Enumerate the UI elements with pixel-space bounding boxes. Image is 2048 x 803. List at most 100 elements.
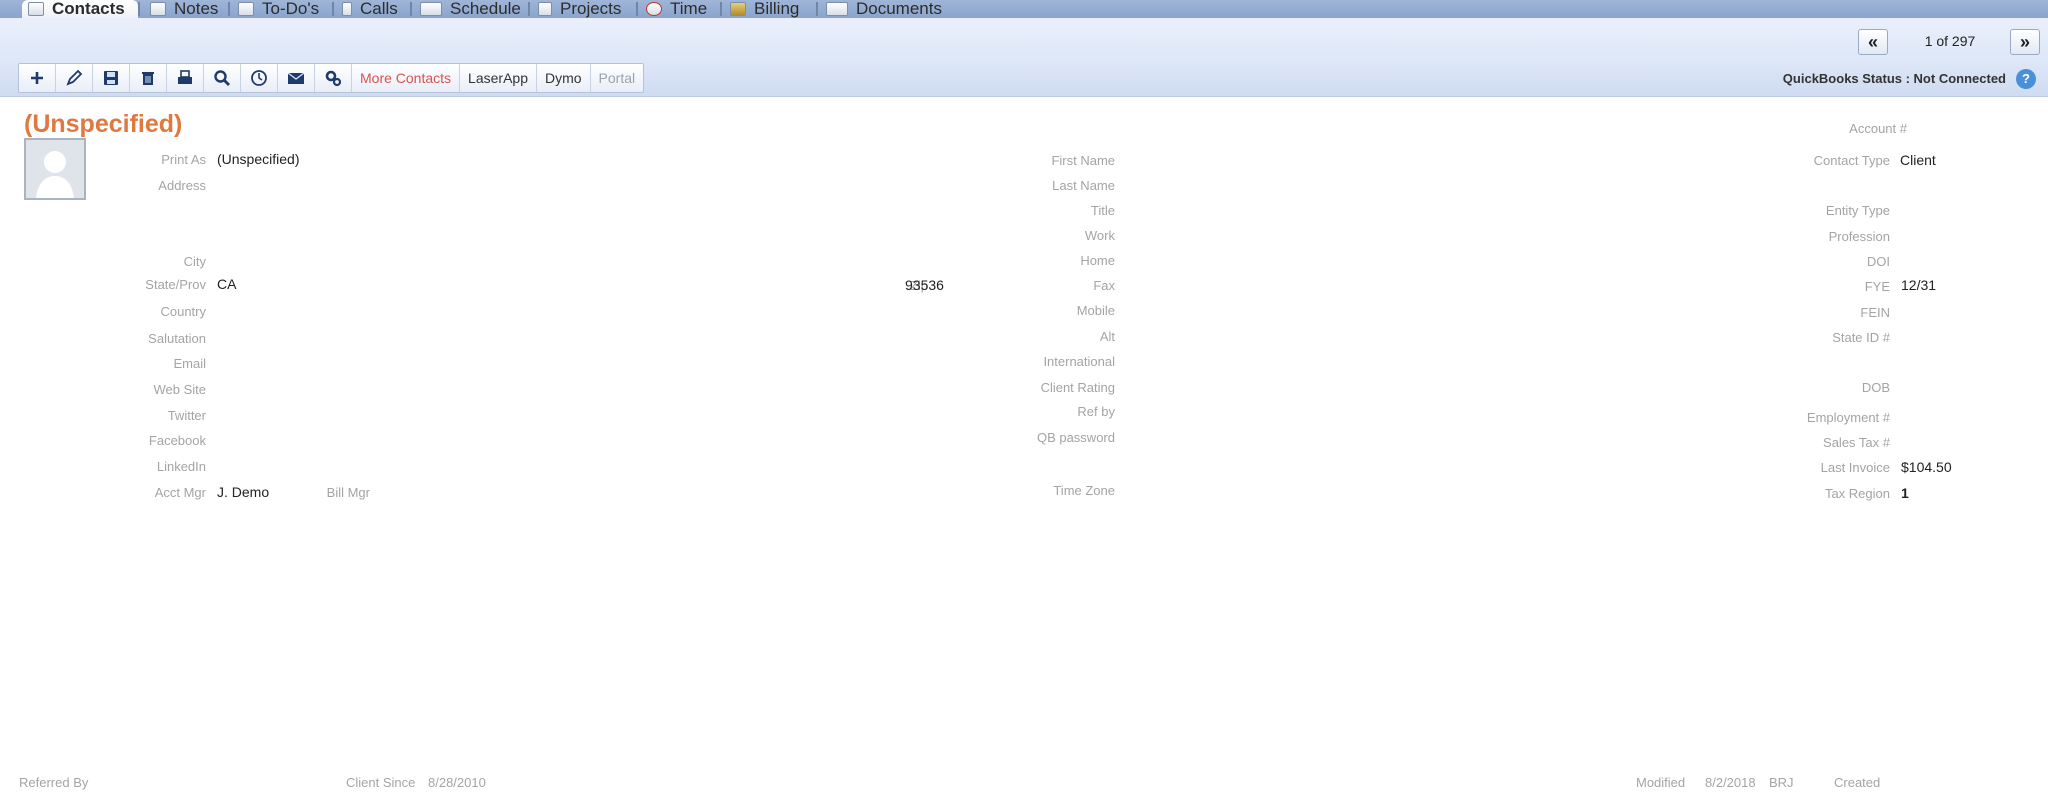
edit-button[interactable] xyxy=(56,64,93,92)
tab-notes[interactable]: Notes xyxy=(144,0,218,18)
tab-label: Projects xyxy=(560,0,622,18)
tab-separator xyxy=(816,2,818,16)
tab-bar: Contacts Notes To-Do's Calls Schedule Pr… xyxy=(0,0,2048,18)
portal-button[interactable]: Portal xyxy=(591,64,644,92)
print-as-value[interactable]: (Unspecified) xyxy=(217,151,299,167)
projects-icon xyxy=(538,2,552,16)
tab-documents[interactable]: Documents xyxy=(820,0,950,18)
avatar[interactable] xyxy=(24,138,86,200)
quickbooks-status: QuickBooks Status : Not Connected xyxy=(1782,71,2006,86)
client-since-value: 8/28/2010 xyxy=(428,775,486,790)
person-silhouette-icon xyxy=(36,151,74,198)
modified-date: 8/2/2018 xyxy=(1705,775,1756,790)
print-as-label: Print As xyxy=(161,152,206,167)
website-label: Web Site xyxy=(153,382,206,397)
help-icon[interactable]: ? xyxy=(2016,69,2036,89)
title-label: Title xyxy=(1090,203,1115,218)
tax-region-label: Tax Region xyxy=(1824,486,1890,501)
clock-icon xyxy=(646,2,662,16)
country-label: Country xyxy=(160,304,206,319)
dymo-button[interactable]: Dymo xyxy=(537,64,591,92)
documents-icon xyxy=(826,2,848,16)
email-button[interactable] xyxy=(278,64,315,92)
contacts-icon xyxy=(28,2,44,16)
laserapp-button[interactable]: LaserApp xyxy=(460,64,537,92)
entity-type-label: Entity Type xyxy=(1825,203,1890,218)
tab-label: To-Do's xyxy=(262,0,320,18)
profession-label: Profession xyxy=(1828,229,1890,244)
first-name-label: First Name xyxy=(1051,153,1115,168)
work-phone-label: Work xyxy=(1084,228,1115,243)
tab-schedule[interactable]: Schedule xyxy=(414,0,521,18)
delete-button[interactable] xyxy=(130,64,167,92)
tab-label: Time xyxy=(670,0,708,18)
fye-label: FYE xyxy=(1864,279,1890,294)
address-label: Address xyxy=(158,178,206,193)
search-button[interactable] xyxy=(204,64,241,92)
international-label: International xyxy=(1043,354,1115,369)
doi-label: DOI xyxy=(1866,254,1890,269)
account-number-label: Account # xyxy=(1849,121,1907,136)
zip-value[interactable]: 93536 xyxy=(905,277,944,293)
tab-projects[interactable]: Projects xyxy=(532,0,621,18)
tab-separator xyxy=(720,2,722,16)
last-invoice-value[interactable]: $104.50 xyxy=(1901,459,1952,475)
save-button[interactable] xyxy=(93,64,130,92)
state-value[interactable]: CA xyxy=(217,276,236,292)
city-label: City xyxy=(183,254,206,269)
record-toolbar: More Contacts LaserApp Dymo Portal xyxy=(18,63,645,93)
tab-todos[interactable]: To-Do's xyxy=(232,0,319,18)
contact-type-value[interactable]: Client xyxy=(1900,152,1936,168)
tab-separator xyxy=(138,2,140,16)
client-rating-label: Client Rating xyxy=(1040,380,1115,395)
settings-button[interactable] xyxy=(315,64,352,92)
next-record-button[interactable]: » xyxy=(2010,29,2040,55)
last-invoice-label: Last Invoice xyxy=(1820,460,1890,475)
tax-region-value[interactable]: 1 xyxy=(1901,485,1909,501)
dob-label: DOB xyxy=(1861,380,1890,395)
edit-icon xyxy=(66,69,83,86)
email-label: Email xyxy=(173,356,206,371)
tab-separator xyxy=(410,2,412,16)
print-icon xyxy=(178,70,192,84)
acct-mgr-value[interactable]: J. Demo xyxy=(217,484,269,500)
delete-icon xyxy=(142,72,154,85)
tab-label: Documents xyxy=(856,0,942,18)
tab-label: Calls xyxy=(360,0,398,18)
fein-label: FEIN xyxy=(1860,305,1890,320)
calendar-icon xyxy=(420,2,442,16)
page-title: (Unspecified) xyxy=(24,110,183,138)
acct-mgr-label: Acct Mgr xyxy=(154,485,206,500)
bill-mgr-label: Bill Mgr xyxy=(326,485,370,500)
previous-record-button[interactable]: « xyxy=(1858,29,1888,55)
phone-icon xyxy=(342,2,352,16)
linkedin-label: LinkedIn xyxy=(156,459,206,474)
print-button[interactable] xyxy=(167,64,204,92)
tab-billing[interactable]: Billing xyxy=(724,0,799,18)
last-name-label: Last Name xyxy=(1052,178,1115,193)
tab-time[interactable]: Time xyxy=(640,0,707,18)
tab-label: Billing xyxy=(754,0,800,18)
alt-phone-label: Alt xyxy=(1099,329,1115,344)
record-counter: 1 of 297 xyxy=(1924,33,1976,49)
salutation-label: Salutation xyxy=(148,331,206,346)
settings-icon xyxy=(325,70,342,87)
add-button[interactable] xyxy=(19,64,56,92)
referred-by-label: Referred By xyxy=(19,775,89,790)
fye-value[interactable]: 12/31 xyxy=(1901,277,1936,293)
history-icon xyxy=(251,70,267,86)
billing-icon xyxy=(730,2,746,16)
state-id-label: State ID # xyxy=(1832,330,1890,345)
client-since-label: Client Since xyxy=(346,775,416,790)
tab-separator xyxy=(332,2,334,16)
tab-contacts[interactable]: Contacts xyxy=(22,0,138,18)
tab-calls[interactable]: Calls xyxy=(336,0,398,18)
todo-icon xyxy=(238,2,254,16)
more-contacts-button[interactable]: More Contacts xyxy=(352,64,461,92)
facebook-label: Facebook xyxy=(148,433,206,448)
tab-separator xyxy=(228,2,230,16)
history-button[interactable] xyxy=(241,64,278,92)
tab-label: Notes xyxy=(174,0,219,18)
tab-label: Contacts xyxy=(52,0,125,18)
search-icon xyxy=(214,70,230,86)
